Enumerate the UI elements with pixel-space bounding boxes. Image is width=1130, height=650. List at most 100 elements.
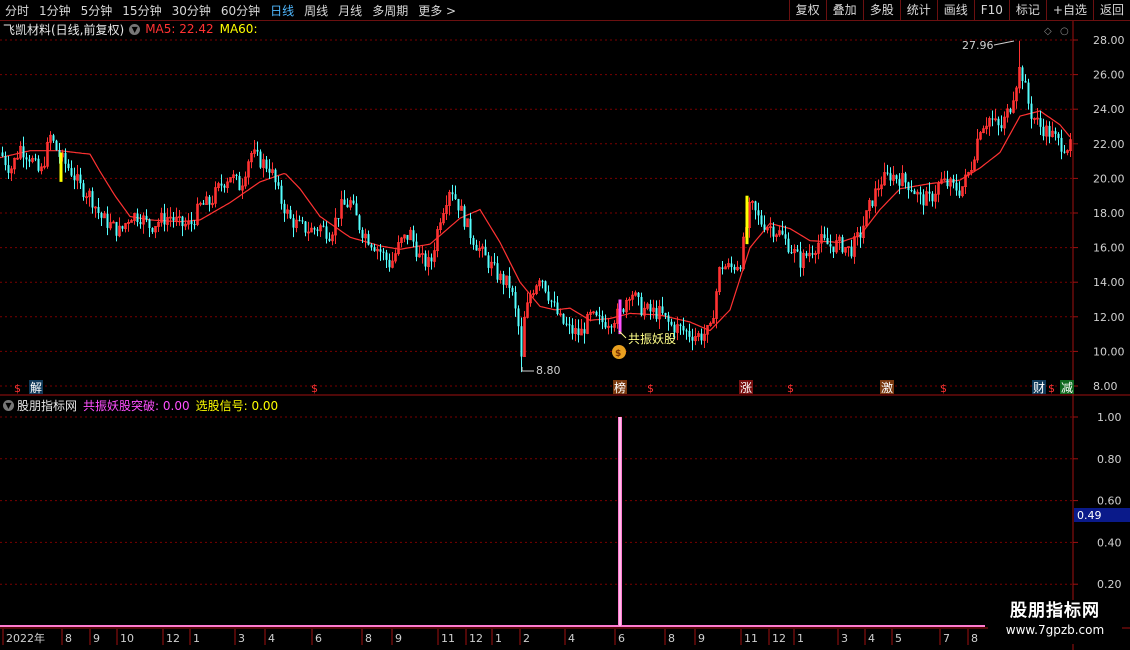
date-label: 8: [668, 632, 675, 645]
date-label: 1: [797, 632, 804, 645]
candle-body: [997, 118, 1000, 126]
candle-body: [556, 302, 559, 315]
candle-body: [511, 287, 514, 292]
candle-body: [508, 275, 511, 288]
candle-body: [1000, 125, 1003, 129]
candle-body: [70, 168, 73, 176]
candle-body: [1048, 125, 1051, 137]
watermark-url: www.7gpzb.com: [1005, 623, 1105, 637]
candle-body: [274, 169, 277, 183]
candle-body: [301, 220, 304, 222]
candle-body: [610, 326, 613, 328]
candle-body: [238, 175, 241, 191]
event-dividend-icon[interactable]: $: [311, 382, 318, 395]
candle-body: [181, 216, 184, 227]
watermark: 股朋指标网 www.7gpzb.com: [988, 600, 1122, 644]
event-unlock[interactable]: 解: [30, 381, 42, 395]
event-dividend-icon[interactable]: $: [787, 382, 794, 395]
event-dividend-icon[interactable]: $: [1048, 382, 1055, 395]
candle-body: [352, 200, 355, 204]
event-reduce[interactable]: 减: [1061, 381, 1073, 395]
candle-body: [553, 301, 556, 303]
candle-body: [34, 158, 37, 160]
candle-body: [235, 174, 238, 176]
candle-body: [328, 238, 331, 241]
event-dividend-icon[interactable]: $: [14, 382, 21, 395]
candle-body: [919, 192, 922, 195]
event-rise[interactable]: 涨: [740, 380, 752, 395]
candle-body: [520, 326, 523, 357]
candle-body: [268, 168, 271, 173]
candle-body: [487, 255, 490, 268]
candle-body: [691, 336, 694, 341]
candle-body: [91, 191, 94, 208]
event-excite[interactable]: 激: [881, 381, 893, 395]
diamond-icon[interactable]: ◇: [1044, 26, 1052, 37]
date-label: 6: [618, 632, 625, 645]
candle-body: [895, 175, 898, 180]
candle-body: [343, 199, 346, 205]
date-label: 12: [469, 632, 483, 645]
candle-body: [682, 325, 685, 331]
candle-body: [730, 263, 733, 267]
candle-body: [172, 217, 175, 221]
price-tick-label: 26.00: [1093, 69, 1125, 82]
candle-body: [700, 333, 703, 341]
candle-body: [595, 311, 598, 316]
event-list[interactable]: 榜: [614, 380, 626, 395]
candle-body: [547, 291, 550, 301]
candle-body: [208, 196, 211, 205]
candle-body: [661, 306, 664, 314]
candle-body: [1054, 131, 1057, 134]
circle-icon[interactable]: ○: [1060, 26, 1069, 37]
candle-body: [415, 241, 418, 257]
candle-body: [739, 267, 742, 269]
candle-body: [772, 226, 775, 237]
candle-body: [496, 263, 499, 280]
candle-body: [469, 218, 472, 239]
candle-body: [517, 308, 520, 327]
highlight-bars: [59, 152, 749, 335]
candle-body: [202, 203, 205, 205]
candle-body: [514, 291, 517, 309]
candle-body: [763, 224, 766, 230]
candle-body: [313, 228, 316, 230]
price-tick-label: 20.00: [1093, 172, 1125, 185]
candle-body: [472, 238, 475, 245]
event-dividend-icon[interactable]: $: [940, 382, 947, 395]
candle-body: [823, 234, 826, 238]
candle-body: [1063, 151, 1066, 153]
date-label: 4: [568, 632, 575, 645]
candle-body: [259, 151, 262, 168]
candle-body: [55, 140, 58, 151]
candle-body: [475, 244, 478, 251]
candle-body: [889, 173, 892, 181]
indicator-grid: [0, 416, 1073, 585]
candle-body: [679, 324, 682, 326]
candle-body: [373, 247, 376, 251]
candle-body: [1, 152, 4, 157]
date-label: 10: [120, 632, 134, 645]
candle-body: [265, 159, 268, 169]
candle-body: [37, 158, 40, 171]
candle-body: [829, 244, 832, 247]
candle-body: [430, 257, 433, 262]
spike-highlight: [619, 417, 621, 626]
indicator-tick-label: 0.60: [1097, 495, 1122, 508]
candle-body: [604, 322, 607, 328]
event-finance[interactable]: 财: [1033, 381, 1045, 395]
low-price-label: 8.80: [536, 364, 561, 377]
candle-body: [577, 328, 580, 336]
indicator-tick-label: 0.80: [1097, 453, 1122, 466]
candle-body: [370, 244, 373, 248]
stock-chart[interactable]: 28.0026.0024.0022.0020.0018.0016.0014.00…: [0, 0, 1130, 650]
candle-body: [946, 178, 949, 187]
candle-body: [484, 246, 487, 256]
candle-body: [991, 118, 994, 120]
date-label: 12: [166, 632, 180, 645]
candle-body: [280, 185, 283, 204]
candle-body: [583, 329, 586, 334]
candle-body: [541, 280, 544, 282]
event-dividend-icon[interactable]: $: [647, 382, 654, 395]
candle-body: [1039, 118, 1042, 127]
